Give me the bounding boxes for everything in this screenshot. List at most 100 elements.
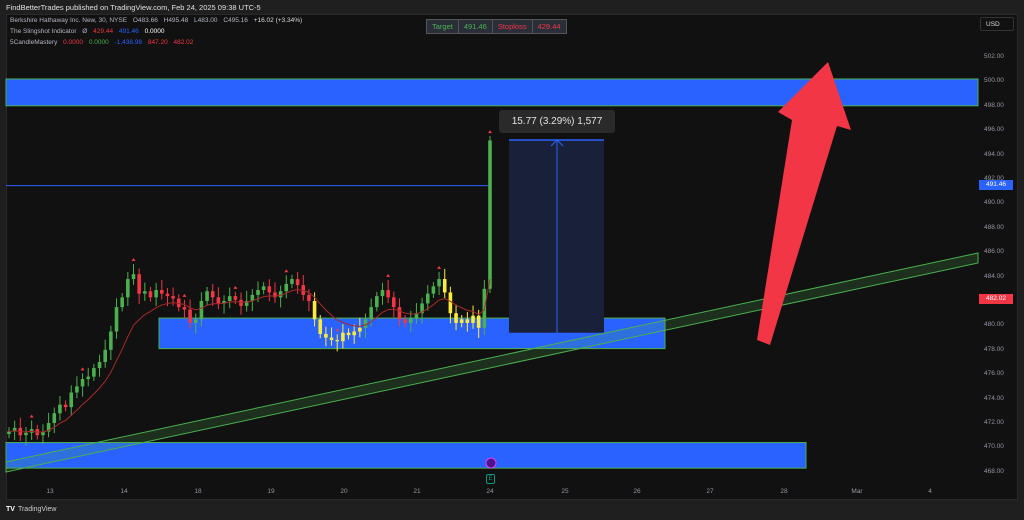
candle-body (312, 301, 317, 320)
candle-body (408, 318, 413, 323)
trend-channel (5, 252, 979, 473)
stoploss-label: Stoploss (493, 20, 533, 33)
time-tick: 18 (194, 488, 202, 495)
price-tick: 488.00 (984, 223, 1004, 231)
candle-body (403, 319, 407, 323)
rocket-icon (485, 457, 497, 469)
indicator-value: -1,438.98 (114, 39, 143, 46)
close-value: C495.16 (223, 17, 248, 24)
candle-body (397, 307, 402, 320)
candle-body (375, 296, 379, 308)
price-tick: 498.00 (984, 101, 1004, 109)
candle-body (131, 274, 136, 280)
candle-body (363, 319, 368, 328)
candle-body (159, 290, 164, 294)
candle-body (24, 432, 28, 436)
indicator-symbol: Ø (82, 28, 88, 35)
signal-up-marker (131, 258, 136, 262)
candle-body (171, 296, 175, 299)
candle-body (114, 307, 119, 332)
target-price-label: 491.46 (979, 180, 1013, 190)
candle-body (92, 368, 96, 377)
signal-up-marker (80, 367, 85, 371)
candle-body (329, 337, 334, 341)
candle-body (358, 327, 362, 332)
candle-body (267, 286, 272, 293)
time-tick: Mar (851, 488, 863, 495)
candle-body (386, 290, 390, 298)
time-tick: 28 (780, 488, 788, 495)
candle-body (380, 290, 385, 297)
candle-body (58, 404, 62, 414)
price-tick: 494.00 (984, 150, 1004, 158)
stoploss-value: 429.44 (537, 22, 561, 31)
candle-body (63, 404, 68, 408)
price-tick: 472.00 (984, 419, 1004, 426)
candle-body (80, 379, 85, 387)
candle-body (488, 140, 492, 289)
candle-body (120, 297, 124, 308)
signal-up-marker (437, 265, 442, 269)
indicator-value: 482.02 (173, 39, 194, 46)
candle-body (148, 291, 153, 298)
candle-body (86, 376, 91, 380)
price-tick: 490.00 (984, 199, 1004, 207)
signal-up-marker (386, 273, 391, 277)
time-tick: 20 (340, 488, 348, 495)
price-tick: 474.00 (984, 394, 1004, 402)
time-tick: 27 (706, 488, 714, 495)
candle-body (290, 279, 294, 284)
candle-body (210, 291, 215, 298)
change-value: +16.02 (+3.34%) (253, 17, 303, 24)
time-tick: 4 (928, 488, 932, 495)
target-stoploss-table: Target 491.46 Stoploss 429.44 (426, 19, 567, 34)
candle-body (69, 392, 74, 408)
time-tick: 19 (267, 488, 275, 495)
tradingview-logo: TV (6, 506, 15, 513)
low-value: L483.00 (194, 17, 218, 24)
price-tick: 502.00 (984, 53, 1004, 60)
high-value: H495.48 (163, 17, 189, 24)
indicator-value: 429.44 (93, 28, 114, 35)
candle-body (448, 292, 453, 314)
candle-body (103, 349, 107, 362)
footer: TV TradingView (0, 500, 1024, 520)
candle-body (369, 307, 373, 320)
indicator-value: 0.0000 (63, 39, 84, 46)
time-tick: 24 (486, 488, 494, 495)
symbol-legend[interactable]: Berkshire Hathaway Inc. New, 30, NYSE O4… (10, 17, 306, 24)
candle-body (233, 296, 238, 300)
candle-body (471, 315, 475, 323)
candle-body (352, 331, 356, 336)
signal-up-marker (182, 293, 187, 297)
currency-button[interactable]: USD (980, 17, 1014, 31)
chart-canvas[interactable] (0, 0, 1024, 520)
target-value: 491.46 (459, 20, 493, 33)
time-tick: 13 (46, 488, 54, 495)
slingshot-legend[interactable]: The Slingshot Indicator Ø 429.44 491.46 … (10, 28, 168, 35)
indicator-value: 0.0000 (144, 28, 165, 35)
candle-body (199, 301, 204, 320)
price-tick: 470.00 (984, 443, 1004, 451)
signal-up-marker (488, 130, 492, 134)
indicator-value: 847.20 (147, 39, 168, 46)
candle-body (392, 297, 396, 308)
candle-body (205, 291, 209, 301)
candle-body (126, 279, 130, 298)
open-value: O483.66 (132, 17, 158, 24)
candle-body (341, 332, 345, 342)
tradingview-brand: TradingView (17, 506, 57, 513)
candlemastery-legend[interactable]: 5CandleMastery 0.0000 0.0000 -1,438.98 8… (10, 39, 197, 46)
time-tick: 25 (561, 488, 569, 495)
candle-body (7, 431, 11, 434)
candle-body (431, 286, 436, 294)
candle-body (476, 315, 481, 328)
candle-body (143, 291, 147, 294)
indicator-value: 0.0000 (88, 39, 109, 46)
candle-body (454, 313, 458, 323)
candle-body (425, 293, 430, 304)
price-tick: 486.00 (984, 248, 1004, 256)
candle-body (335, 340, 340, 342)
candle-body (137, 274, 141, 294)
earnings-marker[interactable]: E (486, 474, 495, 484)
